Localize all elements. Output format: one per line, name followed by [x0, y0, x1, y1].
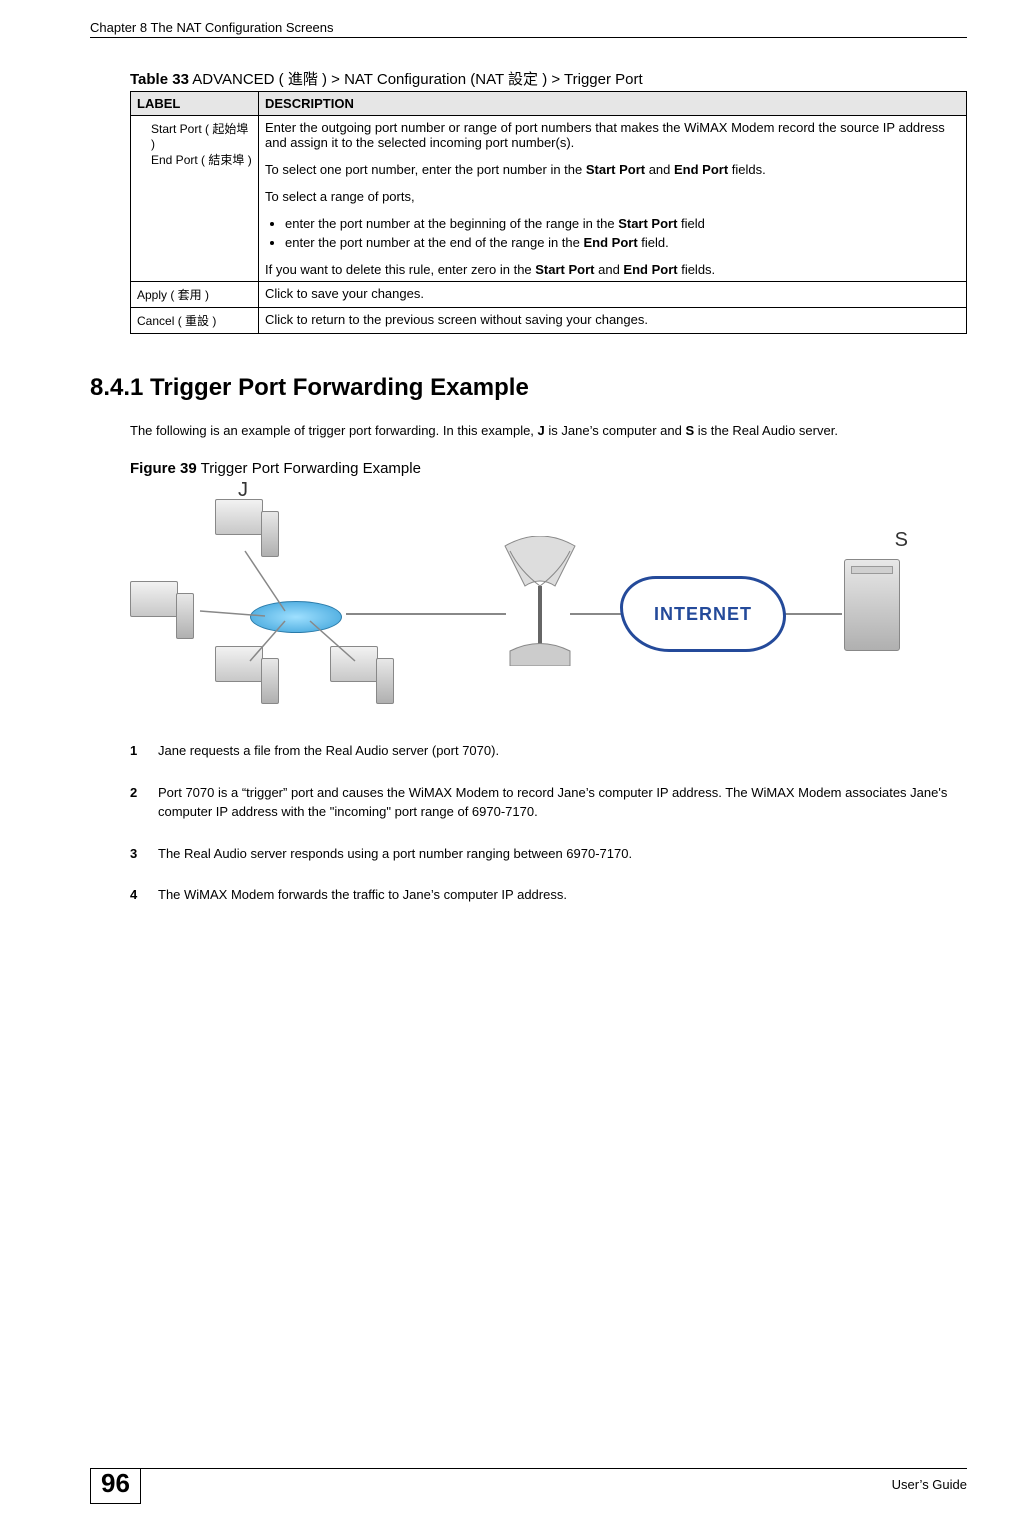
spoke-lines-icon [170, 521, 400, 681]
antenna-icon [500, 536, 580, 666]
table-caption: Table 33 ADVANCED ( 進階 ) > NAT Configura… [130, 68, 967, 89]
internet-cloud-icon: INTERNET [620, 576, 786, 652]
steps-list: Jane requests a file from the Real Audio… [130, 741, 967, 905]
row-description: Click to save your changes. [259, 282, 967, 308]
chapter-title: Chapter 8 The NAT Configuration Screens [90, 20, 334, 35]
page-footer: 96 User’s Guide [0, 1468, 1027, 1504]
list-item: The WiMAX Modem forwards the traffic to … [130, 885, 967, 905]
figure-number: Figure 39 [130, 460, 197, 477]
section-intro: The following is an example of trigger p… [130, 422, 967, 440]
row-desc-p3: To select a range of ports, [265, 189, 960, 204]
wire-icon [782, 613, 842, 623]
figure-diagram: J S INTERNET [130, 481, 910, 711]
list-item: Port 7070 is a “trigger” port and causes… [130, 783, 967, 822]
th-label: LABEL [131, 92, 259, 116]
wire-icon [570, 613, 625, 623]
th-description: DESCRIPTION [259, 92, 967, 116]
row-desc-p4: If you want to delete this rule, enter z… [265, 262, 960, 277]
internet-label: INTERNET [654, 604, 752, 625]
config-table: LABEL DESCRIPTION Start Port ( 起始埠 ) End… [130, 91, 967, 334]
row-label-start-port: Start Port ( 起始埠 ) [137, 120, 252, 151]
row-desc-p1: Enter the outgoing port number or range … [265, 120, 960, 150]
page-number: 96 [90, 1468, 141, 1504]
row-desc-list: enter the port number at the beginning o… [265, 216, 960, 250]
figure-caption: Figure 39 Trigger Port Forwarding Exampl… [130, 460, 967, 477]
list-item: The Real Audio server responds using a p… [130, 844, 967, 864]
row-label-apply: Apply ( 套用 ) [131, 282, 259, 308]
table-row: Apply ( 套用 ) Click to save your changes. [131, 282, 967, 308]
table-row: Start Port ( 起始埠 ) End Port ( 結束埠 ) Ente… [131, 116, 967, 282]
row-label-end-port: End Port ( 結束埠 ) [137, 151, 252, 168]
row-description: Click to return to the previous screen w… [259, 308, 967, 334]
footer-rule [90, 1468, 967, 1469]
header-rule [90, 37, 967, 38]
section-heading: 8.4.1 Trigger Port Forwarding Example [90, 374, 967, 402]
table-title: ADVANCED ( 進階 ) > NAT Configuration (NAT… [189, 71, 643, 88]
table-number: Table 33 [130, 71, 189, 88]
server-icon [844, 559, 900, 651]
figure-title: Trigger Port Forwarding Example [197, 460, 421, 477]
list-item: enter the port number at the beginning o… [285, 216, 960, 231]
figure-label-s: S [895, 529, 908, 552]
table-row: Cancel ( 重設 ) Click to return to the pre… [131, 308, 967, 334]
row-label-cancel: Cancel ( 重設 ) [131, 308, 259, 334]
list-item: Jane requests a file from the Real Audio… [130, 741, 967, 761]
guide-label: User’s Guide [892, 1475, 967, 1492]
row-description: Enter the outgoing port number or range … [259, 116, 967, 282]
row-desc-p2: To select one port number, enter the por… [265, 162, 960, 177]
list-item: enter the port number at the end of the … [285, 235, 960, 250]
